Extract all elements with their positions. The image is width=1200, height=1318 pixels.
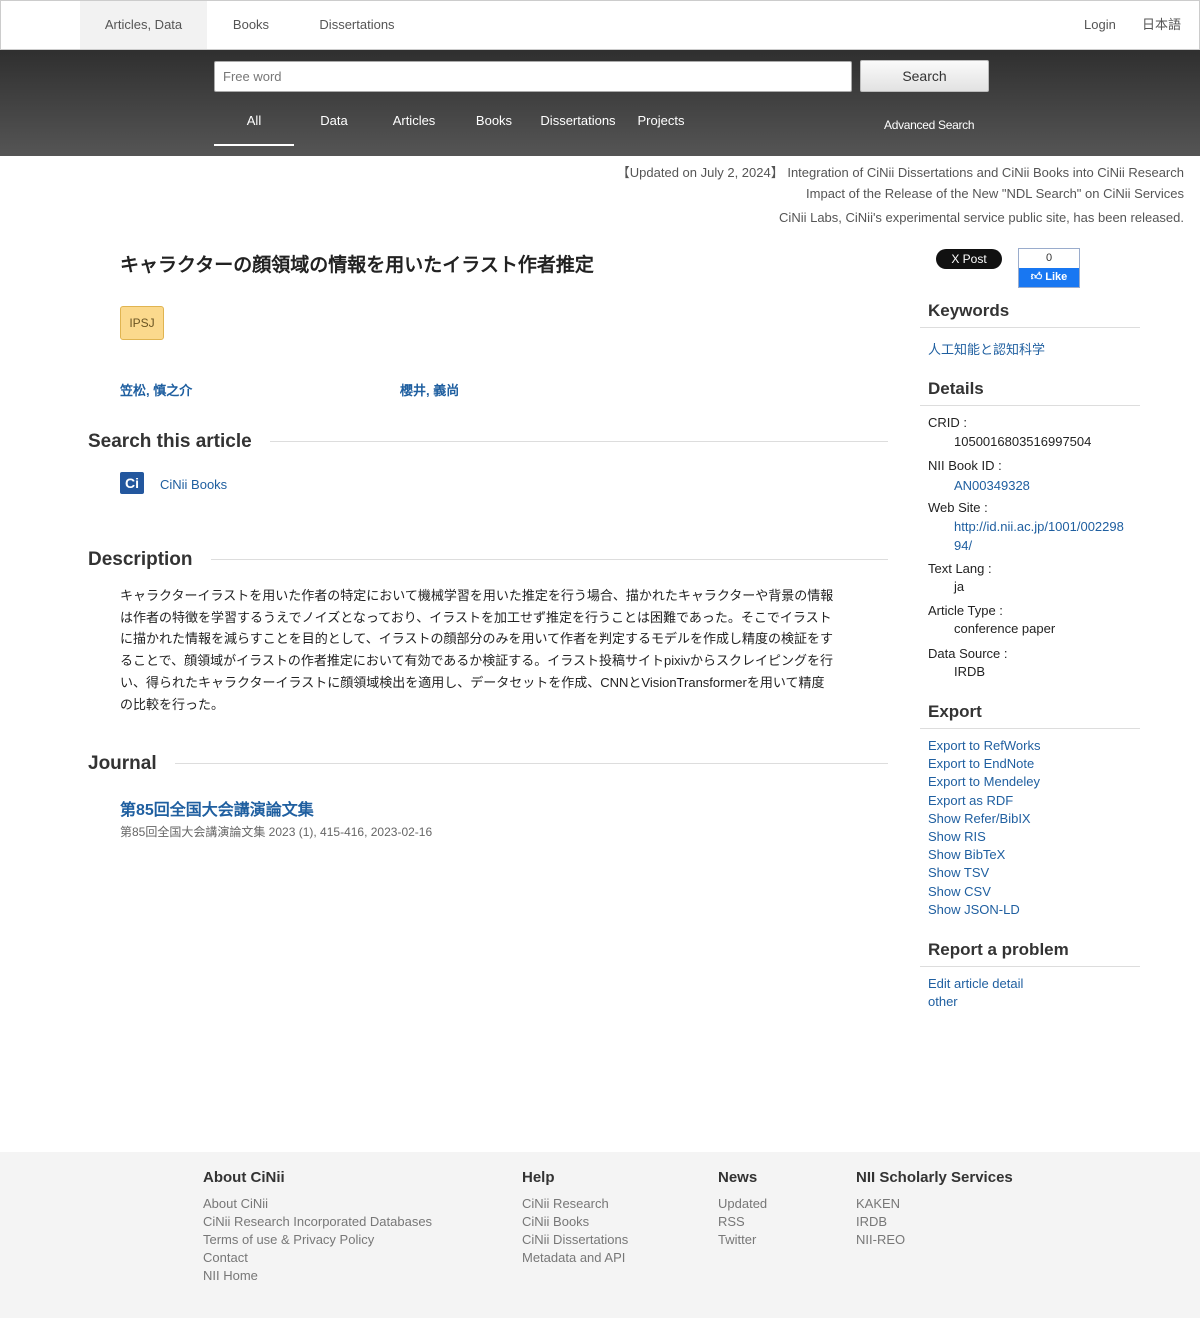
announcement-link[interactable]: 【Updated on July 2, 2024】 Integration of… xyxy=(617,162,1184,181)
crid-value: 1050016803516997504 xyxy=(954,434,1092,449)
footer-link[interactable]: CiNii Research Incorporated Databases xyxy=(203,1214,432,1229)
export-rdf-link[interactable]: Export as RDF xyxy=(928,793,1013,808)
export-heading: Export xyxy=(928,702,982,721)
show-csv-link[interactable]: Show CSV xyxy=(928,884,991,899)
footer: About CiNii About CiNii CiNii Research I… xyxy=(0,1152,1200,1318)
website-link[interactable]: http://id.nii.ac.jp/1001/00229894/ xyxy=(954,517,1124,555)
article-title: キャラクターの顔領域の情報を用いたイラスト作者推定 xyxy=(120,255,594,276)
tab-books[interactable]: Books xyxy=(207,1,295,49)
journal-meta: 第85回全国大会講演論文集 2023 (1), 415-416, 2023-02… xyxy=(120,825,433,839)
text-lang-label: Text Lang : xyxy=(928,561,992,576)
footer-link[interactable]: CiNii Research xyxy=(522,1196,609,1211)
tab-dissertations[interactable]: Dissertations xyxy=(295,1,419,49)
footer-heading-news: News xyxy=(718,1169,758,1186)
footer-heading-about: About CiNii xyxy=(203,1169,285,1186)
footer-link[interactable]: RSS xyxy=(718,1214,745,1229)
login-link[interactable]: Login xyxy=(1084,1,1116,49)
author-link[interactable]: 櫻井, 義尚 xyxy=(400,380,459,399)
sidebar-divider xyxy=(920,728,1140,729)
section-title-search: Search this article xyxy=(88,431,270,453)
announcement-link[interactable]: CiNii Labs, CiNii's experimental service… xyxy=(779,210,1184,225)
data-source-value: IRDB xyxy=(954,664,986,679)
book-id-label: NII Book ID : xyxy=(928,458,1002,473)
journal-title-link[interactable]: 第85回全国大会講演論文集 xyxy=(120,796,314,820)
show-json-ld-link[interactable]: Show JSON-LD xyxy=(928,902,1020,917)
article-type-label: Article Type : xyxy=(928,603,1003,618)
tab-articles-data[interactable]: Articles, Data xyxy=(80,1,207,49)
facebook-like-button[interactable]: 0 👍︎ Like xyxy=(1018,248,1080,288)
section-divider xyxy=(88,763,888,764)
export-refworks-link[interactable]: Export to RefWorks xyxy=(928,738,1040,753)
source-badge: IPSJ xyxy=(120,306,164,340)
export-mendeley-link[interactable]: Export to Mendeley xyxy=(928,774,1040,789)
keywords-heading: Keywords xyxy=(928,301,1010,320)
subtab-articles[interactable]: Articles xyxy=(374,108,454,146)
language-toggle[interactable]: 日本語 xyxy=(1142,1,1181,49)
text-lang-value: ja xyxy=(954,579,965,594)
footer-link[interactable]: CiNii Books xyxy=(522,1214,589,1229)
x-post-button[interactable]: X Post xyxy=(936,249,1002,269)
footer-link[interactable]: NII Home xyxy=(203,1268,258,1283)
report-other-link[interactable]: other xyxy=(928,994,958,1009)
subtab-dissertations[interactable]: Dissertations xyxy=(534,108,622,146)
edit-article-link[interactable]: Edit article detail xyxy=(928,976,1023,991)
footer-link[interactable]: Contact xyxy=(203,1250,248,1265)
footer-link[interactable]: KAKEN xyxy=(856,1196,900,1211)
crid-label: CRID : xyxy=(928,415,967,430)
subtab-data[interactable]: Data xyxy=(294,108,374,146)
top-nav: Articles, Data Books Dissertations Login… xyxy=(0,0,1200,50)
footer-link[interactable]: IRDB xyxy=(856,1214,887,1229)
export-endnote-link[interactable]: Export to EndNote xyxy=(928,756,1034,771)
search-input[interactable] xyxy=(214,61,852,92)
show-bibtex-link[interactable]: Show BibTeX xyxy=(928,847,1005,862)
advanced-search-link[interactable]: Advanced Search xyxy=(884,118,975,132)
details-heading: Details xyxy=(928,379,984,398)
footer-link[interactable]: Twitter xyxy=(718,1232,756,1247)
footer-heading-help: Help xyxy=(522,1169,555,1186)
footer-link[interactable]: Metadata and API xyxy=(522,1250,625,1265)
subtab-all[interactable]: All xyxy=(214,108,294,146)
show-tsv-link[interactable]: Show TSV xyxy=(928,865,989,880)
subtab-books[interactable]: Books xyxy=(454,108,534,146)
cinii-books-link[interactable]: CiNii Books xyxy=(160,477,227,492)
report-heading: Report a problem xyxy=(928,940,1069,959)
announcement-link[interactable]: Impact of the Release of the New "NDL Se… xyxy=(806,186,1184,201)
section-title-journal: Journal xyxy=(88,753,175,775)
book-id-link[interactable]: AN00349328 xyxy=(954,476,1124,495)
author-link[interactable]: 笠松, 慎之介 xyxy=(120,380,192,399)
sidebar-divider xyxy=(920,405,1140,406)
article-type-value: conference paper xyxy=(954,621,1056,636)
thumbs-up-icon: 👍︎ xyxy=(1030,271,1043,283)
sidebar-divider xyxy=(920,327,1140,328)
data-source-label: Data Source : xyxy=(928,646,1008,661)
footer-heading-nii: NII Scholarly Services xyxy=(856,1169,1013,1186)
like-label: 👍︎ Like xyxy=(1019,268,1079,287)
footer-link[interactable]: Updated xyxy=(718,1196,767,1211)
search-button[interactable]: Search xyxy=(860,60,989,92)
footer-link[interactable]: Terms of use & Privacy Policy xyxy=(203,1232,374,1247)
cinii-logo-icon: Ci xyxy=(120,472,144,494)
sidebar-divider xyxy=(920,966,1140,967)
show-ris-link[interactable]: Show RIS xyxy=(928,829,986,844)
subtab-projects[interactable]: Projects xyxy=(630,108,692,146)
search-band: Search All Data Articles Books Dissertat… xyxy=(0,50,1200,156)
footer-link[interactable]: NII-REO xyxy=(856,1232,905,1247)
description-text: キャラクターイラストを用いた作者の特定において機械学習を用いた推定を行う場合、描… xyxy=(120,588,834,712)
section-title-description: Description xyxy=(88,549,211,571)
website-label: Web Site : xyxy=(928,500,988,515)
keyword-link[interactable]: 人工知能と認知科学 xyxy=(928,339,1045,358)
footer-link[interactable]: CiNii Dissertations xyxy=(522,1232,628,1247)
footer-link[interactable]: About CiNii xyxy=(203,1196,268,1211)
like-count: 0 xyxy=(1019,249,1079,268)
show-refer-link[interactable]: Show Refer/BibIX xyxy=(928,811,1031,826)
